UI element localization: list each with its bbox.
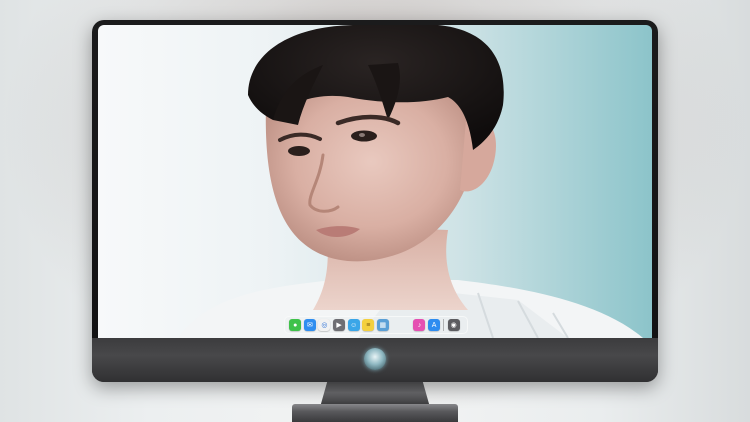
dock-app-imovie[interactable]: ▶ bbox=[333, 319, 346, 331]
notes-icon: ≡ bbox=[366, 321, 371, 329]
brand-logo-icon bbox=[364, 348, 386, 370]
dock-app-finder[interactable]: ☺ bbox=[347, 319, 360, 331]
dock-separator bbox=[443, 319, 445, 331]
dock-app-preview[interactable]: ▦ bbox=[376, 319, 389, 331]
screen: ● ✉ ◎ ▶ ☺ ≡ ▦ ♪ A ◉ bbox=[98, 25, 652, 338]
messages-icon: ● bbox=[293, 321, 298, 329]
monitor: ● ✉ ◎ ▶ ☺ ≡ ▦ ♪ A ◉ bbox=[92, 20, 658, 382]
monitor-chin bbox=[92, 338, 658, 382]
dock-app-itunes[interactable]: ♪ bbox=[413, 319, 426, 331]
monitor-stand-base bbox=[292, 404, 458, 422]
dock-app-messages[interactable]: ● bbox=[289, 319, 302, 331]
preview-icon: ▦ bbox=[379, 321, 387, 329]
imovie-icon: ▶ bbox=[336, 321, 342, 329]
dock-app-app-store[interactable]: A bbox=[428, 319, 441, 331]
dock-app-safari[interactable]: ◎ bbox=[318, 319, 331, 331]
mail-icon: ✉ bbox=[306, 321, 313, 329]
dock-app-notes[interactable]: ≡ bbox=[362, 319, 375, 331]
dock-app-mail[interactable]: ✉ bbox=[303, 319, 316, 331]
desktop-wallpaper bbox=[98, 25, 652, 338]
dock-app-camera[interactable]: ◉ bbox=[447, 319, 460, 331]
dock-spacer bbox=[390, 319, 412, 331]
dock: ● ✉ ◎ ▶ ☺ ≡ ▦ ♪ A ◉ bbox=[284, 316, 468, 334]
desk-scene: ● ✉ ◎ ▶ ☺ ≡ ▦ ♪ A ◉ bbox=[0, 0, 750, 422]
finder-icon: ☺ bbox=[350, 321, 358, 329]
safari-icon: ◎ bbox=[321, 321, 328, 329]
app-store-icon: A bbox=[431, 321, 437, 329]
camera-icon: ◉ bbox=[450, 321, 457, 329]
itunes-icon: ♪ bbox=[417, 321, 422, 329]
